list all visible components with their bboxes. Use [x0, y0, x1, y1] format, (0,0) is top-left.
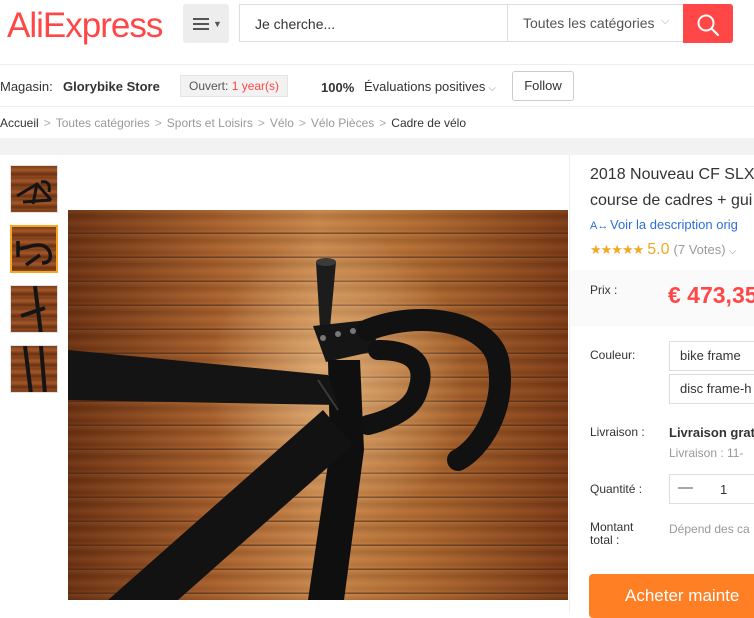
bike-frame-photo: [68, 258, 511, 600]
breadcrumb-item-bike[interactable]: Vélo: [270, 116, 294, 130]
breadcrumb-item-current: Cadre de vélo: [391, 116, 466, 130]
total-label-line: total :: [590, 533, 620, 547]
category-select[interactable]: Toutes les catégories ⌵: [507, 5, 684, 41]
store-bar: Magasin: Glorybike Store Ouvert: 1 year(…: [0, 64, 754, 107]
aliexpress-logo[interactable]: AliExpress™: [7, 0, 171, 46]
translate-icon: A↔: [590, 220, 609, 232]
quantity-stepper: — 1: [669, 474, 754, 504]
store-open-value: 1 year(s): [231, 79, 280, 93]
product-title-line: course de cadres + gui: [590, 192, 753, 209]
product-thumbnail[interactable]: [10, 165, 58, 213]
panel-divider: [569, 155, 570, 612]
feedback-label: Évaluations positives: [364, 79, 486, 94]
breadcrumb-separator: >: [257, 116, 265, 130]
store-label: Magasin:: [0, 79, 53, 94]
quantity-label: Quantité :: [590, 482, 643, 496]
quantity-input[interactable]: 1: [720, 482, 727, 497]
votes-dropdown[interactable]: (7 Votes) ⌵: [674, 242, 737, 257]
votes-count: (7 Votes): [673, 242, 726, 257]
color-option-bike-frame[interactable]: bike frame: [669, 341, 754, 371]
product-thumbnail[interactable]: [10, 345, 58, 393]
breadcrumb-separator: >: [379, 116, 387, 130]
search-box: Toutes les catégories ⌵: [239, 4, 684, 43]
buy-now-button[interactable]: Acheter mainte: [589, 574, 754, 618]
quantity-decrease-button[interactable]: —: [678, 479, 693, 496]
section-divider: [0, 138, 754, 155]
product-thumbnail[interactable]: [10, 285, 58, 333]
store-open-badge: Ouvert: 1 year(s): [180, 75, 289, 97]
price-label: Prix :: [590, 283, 618, 297]
shipping-sub: Livraison : 11-: [669, 446, 744, 460]
breadcrumb-item-all-categories[interactable]: Toutes catégories: [56, 116, 150, 130]
breadcrumb-item-home[interactable]: Accueil: [0, 116, 39, 130]
search-button[interactable]: [683, 4, 733, 43]
price-value: € 473,35: [668, 282, 754, 308]
breadcrumb: Accueil > Toutes catégories > Sports et Lois…: [0, 116, 466, 130]
chevron-down-icon: ⌵: [488, 83, 496, 94]
search-input[interactable]: [240, 5, 522, 43]
handlebar-image: [16, 241, 53, 267]
product-thumbnail-active[interactable]: [10, 225, 58, 273]
category-menu-button[interactable]: ▼: [183, 4, 229, 43]
follow-button[interactable]: Follow: [512, 71, 574, 101]
breadcrumb-separator: >: [298, 116, 306, 130]
rating-score: 5.0: [647, 241, 670, 258]
color-label: Couleur:: [590, 348, 636, 362]
shipping-value[interactable]: Livraison grat: [669, 425, 754, 440]
star-rating-icon: ★★★★★: [590, 242, 644, 257]
breadcrumb-item-sports[interactable]: Sports et Loisirs: [167, 116, 253, 130]
shipping-label: Livraison :: [590, 425, 645, 439]
total-label: Montant total :: [590, 521, 633, 547]
search-icon: [697, 14, 720, 37]
chevron-down-icon: ⌵: [661, 15, 670, 27]
breadcrumb-item-bike-parts[interactable]: Vélo Pièces: [311, 116, 374, 130]
hamburger-icon: [193, 18, 209, 33]
view-original-description-link[interactable]: A↔ Voir la description orig: [590, 217, 738, 232]
breadcrumb-separator: >: [154, 116, 162, 130]
product-title: 2018 Nouveau CF SLX course de cadres + g…: [590, 162, 754, 214]
category-select-label: Toutes les catégories: [523, 15, 655, 31]
product-rating: ★★★★★ 5.0 (7 Votes) ⌵: [590, 241, 736, 259]
color-option-disc-frame[interactable]: disc frame-h: [669, 374, 754, 404]
logo-trademark: ™: [163, 0, 171, 4]
logo-text: AliExpress: [7, 6, 163, 45]
store-open-label: Ouvert:: [189, 79, 229, 93]
bike-frame-image: [20, 286, 46, 332]
product-title-line: 2018 Nouveau CF SLX: [590, 166, 754, 183]
store-name-link[interactable]: Glorybike Store: [63, 79, 160, 94]
feedback-dropdown[interactable]: Évaluations positives ⌵: [364, 79, 496, 94]
bike-frame-image: [23, 346, 47, 392]
caret-down-icon: ▼: [213, 19, 222, 29]
translate-label: Voir la description orig: [610, 217, 738, 232]
feedback-percent: 100%: [321, 80, 355, 95]
product-main-image[interactable]: [68, 210, 568, 600]
breadcrumb-separator: >: [43, 116, 51, 130]
total-value: Dépend des ca: [669, 522, 750, 536]
bike-frame-image: [16, 180, 53, 205]
header: AliExpress™ ▼ Toutes les catégories ⌵: [0, 0, 754, 64]
chevron-down-icon: ⌵: [728, 246, 737, 257]
